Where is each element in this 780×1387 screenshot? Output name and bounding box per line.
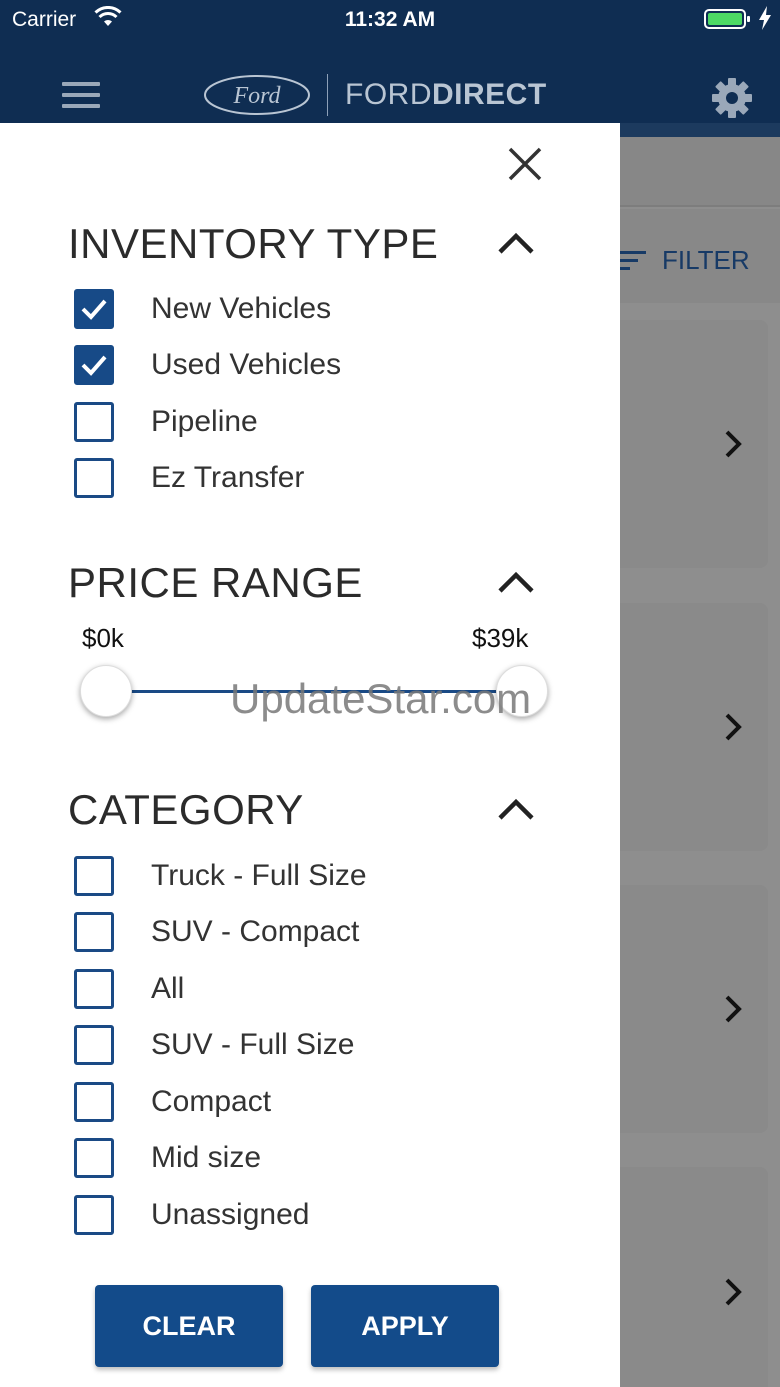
- chevron-right-icon: [725, 1278, 742, 1306]
- option-label: SUV - Compact: [151, 915, 360, 948]
- inventory-option-ez-transfer[interactable]: Ez Transfer: [74, 458, 534, 498]
- background-header-strip: [620, 123, 780, 137]
- option-label: Compact: [151, 1085, 272, 1118]
- checkbox[interactable]: [74, 1082, 114, 1122]
- checkbox[interactable]: [74, 458, 114, 498]
- menu-icon[interactable]: [62, 82, 100, 110]
- checkmark-icon: [81, 355, 107, 376]
- battery-icon: [704, 9, 750, 29]
- vehicle-card: [620, 885, 768, 1133]
- charging-bolt-icon: [759, 6, 771, 30]
- chevron-right-icon: [725, 995, 742, 1023]
- category-option-mid-size[interactable]: Mid size: [74, 1138, 534, 1178]
- checkbox[interactable]: [74, 289, 114, 329]
- brand-wordmark: FORDDIRECT: [345, 78, 547, 112]
- top-bar: Carrier 11:32 AM Ford FORDDIRECT: [0, 0, 780, 123]
- checkbox[interactable]: [74, 1025, 114, 1065]
- checkbox[interactable]: [74, 1138, 114, 1178]
- checkbox[interactable]: [74, 402, 114, 442]
- category-option-all[interactable]: All: [74, 969, 534, 1009]
- brand-bold: DIRECT: [432, 78, 547, 111]
- filter-label: FILTER: [662, 245, 750, 275]
- gear-icon[interactable]: [710, 76, 754, 120]
- price-min-label: $0k: [82, 623, 124, 653]
- clear-button[interactable]: CLEAR: [95, 1285, 283, 1367]
- option-label: Unassigned: [151, 1198, 310, 1231]
- chevron-right-icon: [725, 713, 742, 741]
- inventory-option-new-vehicles[interactable]: New Vehicles: [74, 289, 534, 329]
- checkbox[interactable]: [74, 345, 114, 385]
- vehicle-card: [620, 320, 768, 568]
- filter-drawer: INVENTORY TYPE New Vehicles Used Vehicle…: [0, 123, 620, 1387]
- ford-logo-text: Ford: [232, 83, 281, 109]
- price-range-title: PRICE RANGE: [68, 559, 363, 606]
- option-label: Truck - Full Size: [151, 859, 367, 892]
- category-option-truck-full-size[interactable]: Truck - Full Size: [74, 856, 534, 896]
- logo-divider: [327, 74, 328, 116]
- category-option-unassigned[interactable]: Unassigned: [74, 1195, 534, 1235]
- category-option-suv-compact[interactable]: SUV - Compact: [74, 912, 534, 952]
- brand-light: FORD: [345, 78, 432, 111]
- inventory-option-used-vehicles[interactable]: Used Vehicles: [74, 345, 534, 385]
- chevron-up-icon[interactable]: [497, 231, 535, 255]
- checkbox[interactable]: [74, 969, 114, 1009]
- chevron-up-icon[interactable]: [497, 570, 535, 594]
- apply-button[interactable]: APPLY: [311, 1285, 499, 1367]
- chevron-right-icon: [725, 430, 742, 458]
- checkbox[interactable]: [74, 856, 114, 896]
- filter-icon: [620, 251, 646, 270]
- vehicle-card: [620, 603, 768, 851]
- option-label: Pipeline: [151, 405, 258, 438]
- option-label: SUV - Full Size: [151, 1028, 355, 1061]
- category-option-compact[interactable]: Compact: [74, 1082, 534, 1122]
- price-slider-min-handle[interactable]: [80, 665, 132, 717]
- background-search-row: [620, 137, 780, 207]
- ford-logo-icon: Ford: [204, 75, 310, 115]
- inventory-type-title: INVENTORY TYPE: [68, 220, 439, 267]
- watermark: UpdateStar.com: [230, 675, 532, 722]
- checkbox[interactable]: [74, 1195, 114, 1235]
- option-label: Used Vehicles: [151, 348, 342, 381]
- vehicle-card: [620, 1167, 768, 1387]
- option-label: Ez Transfer: [151, 461, 305, 494]
- option-label: Mid size: [151, 1141, 262, 1174]
- option-label: New Vehicles: [151, 292, 332, 325]
- inventory-option-pipeline[interactable]: Pipeline: [74, 402, 534, 442]
- category-option-suv-full-size[interactable]: SUV - Full Size: [74, 1025, 534, 1065]
- close-icon[interactable]: [507, 146, 543, 182]
- category-title: CATEGORY: [68, 786, 304, 833]
- status-time: 11:32 AM: [344, 8, 436, 31]
- price-max-label: $39k: [472, 623, 529, 653]
- checkbox[interactable]: [74, 912, 114, 952]
- status-bar: Carrier 11:32 AM: [0, 0, 780, 40]
- option-label: All: [151, 972, 185, 1005]
- checkmark-icon: [81, 299, 107, 320]
- chevron-up-icon[interactable]: [497, 797, 535, 821]
